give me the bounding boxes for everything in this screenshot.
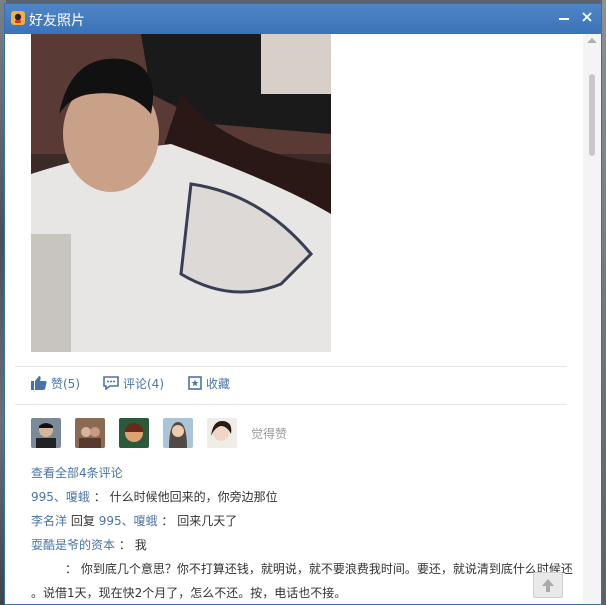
- liked-by-list: 觉得赞: [31, 418, 287, 448]
- avatar[interactable]: [31, 418, 61, 448]
- thumbs-up-icon: [31, 376, 47, 390]
- comment-item: 995、嗄蛾 ： 什么时候他回来的，你旁边那位: [31, 488, 278, 505]
- comment-item: 李名洋 回复 995、嗄蛾 ： 回来几天了: [31, 512, 237, 529]
- friend-photo[interactable]: [31, 34, 331, 352]
- liked-by-suffix: 觉得赞: [251, 426, 288, 441]
- comment-separator: ：: [93, 490, 106, 504]
- divider: [15, 404, 567, 405]
- scrollbar-thumb[interactable]: [589, 74, 595, 156]
- comment-button[interactable]: 评论(4): [103, 373, 164, 393]
- long-comment-line: ： 你到底几个意思？你不打算还钱，就明说，就不要浪费我时间。要还，就说清到底什么…: [65, 562, 573, 576]
- comment-text: 回来几天了: [177, 514, 238, 528]
- avatar[interactable]: [75, 418, 105, 448]
- close-button[interactable]: [577, 8, 597, 28]
- avatar[interactable]: [119, 418, 149, 448]
- bookmark-icon: [188, 376, 202, 390]
- comment-label: 评论(4): [123, 376, 164, 391]
- long-comment-line: 。说借1天，现在快2个月了，怎么不还。按，电话也不接。: [31, 586, 347, 600]
- minimize-button[interactable]: [554, 8, 574, 28]
- favorite-button[interactable]: 收藏: [188, 373, 230, 393]
- avatar[interactable]: [207, 418, 237, 448]
- comment-author[interactable]: 995、嗄蛾: [31, 490, 90, 504]
- scroll-up-arrow-icon[interactable]: [587, 38, 597, 43]
- reply-word: 回复: [70, 514, 95, 528]
- photo-window: 好友照片 赞(5) 评论(4) 收藏 觉得赞 查看全部4条评论 995、嗄蛾 ：…: [4, 3, 602, 605]
- comment-author[interactable]: 李名洋: [31, 514, 67, 528]
- comment-text: 我: [134, 538, 147, 552]
- arrow-up-icon: [542, 579, 554, 592]
- comment-text: 什么时候他回来的，你旁边那位: [109, 490, 278, 504]
- comment-separator: ：: [161, 514, 174, 528]
- desktop-background-right: [602, 0, 606, 605]
- comment-item: 耍酷是爷的资本 ： 我: [31, 536, 147, 553]
- app-logo-icon: [11, 11, 25, 25]
- avatar[interactable]: [163, 418, 193, 448]
- like-button[interactable]: 赞(5): [31, 373, 80, 393]
- comment-separator: ：: [118, 538, 131, 552]
- window-title: 好友照片: [29, 13, 85, 29]
- comment-bubble-icon: [103, 376, 119, 390]
- content-area: 赞(5) 评论(4) 收藏 觉得赞 查看全部4条评论 995、嗄蛾 ： 什么时候…: [5, 34, 583, 604]
- close-icon: [582, 12, 592, 22]
- back-to-top-button[interactable]: [533, 572, 563, 598]
- comment-author[interactable]: 耍酷是爷的资本: [31, 538, 115, 552]
- like-label: 赞(5): [51, 376, 80, 391]
- view-all-comments-link[interactable]: 查看全部4条评论: [31, 464, 123, 481]
- reply-target[interactable]: 995、嗄蛾: [99, 514, 158, 528]
- favorite-label: 收藏: [206, 376, 231, 391]
- vertical-scrollbar[interactable]: [583, 34, 601, 604]
- divider: [15, 366, 567, 367]
- title-bar[interactable]: 好友照片: [5, 4, 601, 34]
- photo-area: [5, 34, 583, 366]
- minimize-icon: [559, 18, 569, 20]
